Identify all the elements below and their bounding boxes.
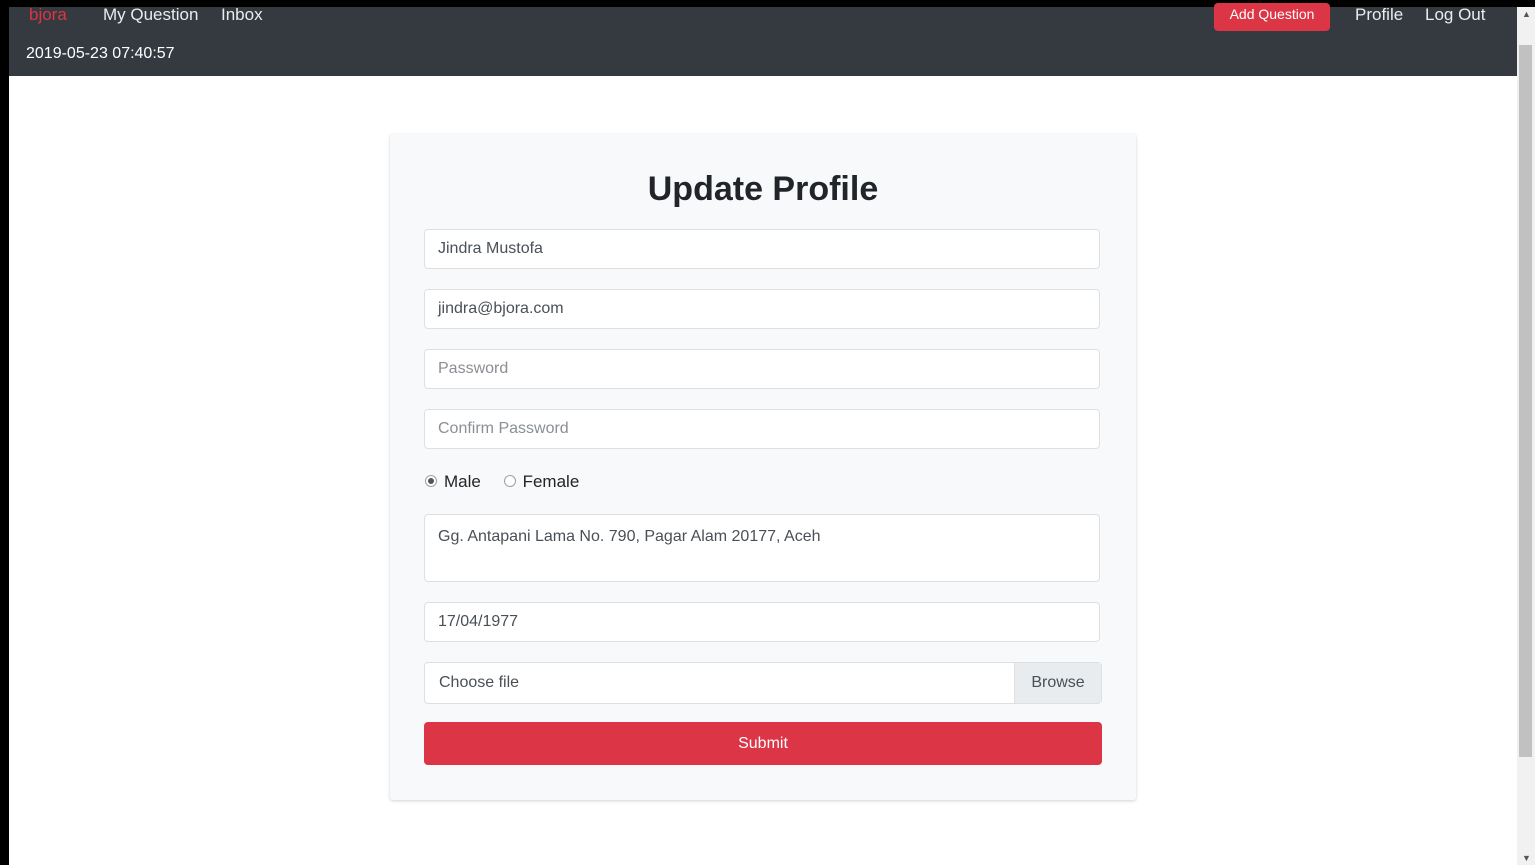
email-input[interactable]: jindra@bjora.com bbox=[424, 289, 1100, 329]
gender-male-option[interactable]: Male bbox=[425, 472, 481, 492]
scroll-down-arrow-icon[interactable]: ▼ bbox=[1522, 853, 1531, 863]
nav-inbox[interactable]: Inbox bbox=[221, 5, 263, 25]
gender-female-label: Female bbox=[522, 472, 580, 491]
add-question-button[interactable]: Add Question bbox=[1214, 3, 1330, 31]
address-textarea[interactable]: Gg. Antapani Lama No. 790, Pagar Alam 20… bbox=[424, 514, 1100, 582]
file-upload-label: Choose file bbox=[439, 674, 520, 691]
update-profile-card: Update Profile Jindra Mustofa jindra@bjo… bbox=[390, 134, 1136, 800]
browse-button[interactable]: Browse bbox=[1014, 663, 1101, 703]
gender-male-label: Male bbox=[444, 472, 481, 491]
nav-my-question[interactable]: My Question bbox=[103, 5, 198, 25]
nav-profile[interactable]: Profile bbox=[1355, 5, 1403, 25]
name-input[interactable]: Jindra Mustofa bbox=[424, 229, 1100, 269]
date-of-birth-input[interactable]: 17/04/1977 bbox=[424, 602, 1100, 642]
radio-female[interactable] bbox=[503, 474, 516, 487]
submit-button[interactable]: Submit bbox=[424, 722, 1102, 765]
scroll-up-arrow-icon[interactable]: ▲ bbox=[1522, 9, 1531, 19]
top-navbar: bjora My Question Inbox Add Question Pro… bbox=[9, 3, 1517, 76]
current-datetime: 2019-05-23 07:40:57 bbox=[26, 45, 175, 62]
gender-radio-group: Male Female bbox=[425, 472, 597, 494]
file-upload[interactable]: Choose file Browse bbox=[424, 662, 1102, 704]
brand-logo[interactable]: bjora bbox=[29, 5, 67, 25]
confirm-password-input[interactable]: Confirm Password bbox=[424, 409, 1100, 449]
password-input[interactable]: Password bbox=[424, 349, 1100, 389]
gender-female-option[interactable]: Female bbox=[503, 472, 580, 492]
radio-male[interactable] bbox=[425, 474, 437, 487]
scrollbar-thumb[interactable] bbox=[1519, 45, 1532, 757]
page-title: Update Profile bbox=[647, 170, 879, 208]
nav-logout[interactable]: Log Out bbox=[1425, 5, 1486, 25]
page-scrollbar[interactable]: ▲ ▼ bbox=[1517, 7, 1535, 865]
